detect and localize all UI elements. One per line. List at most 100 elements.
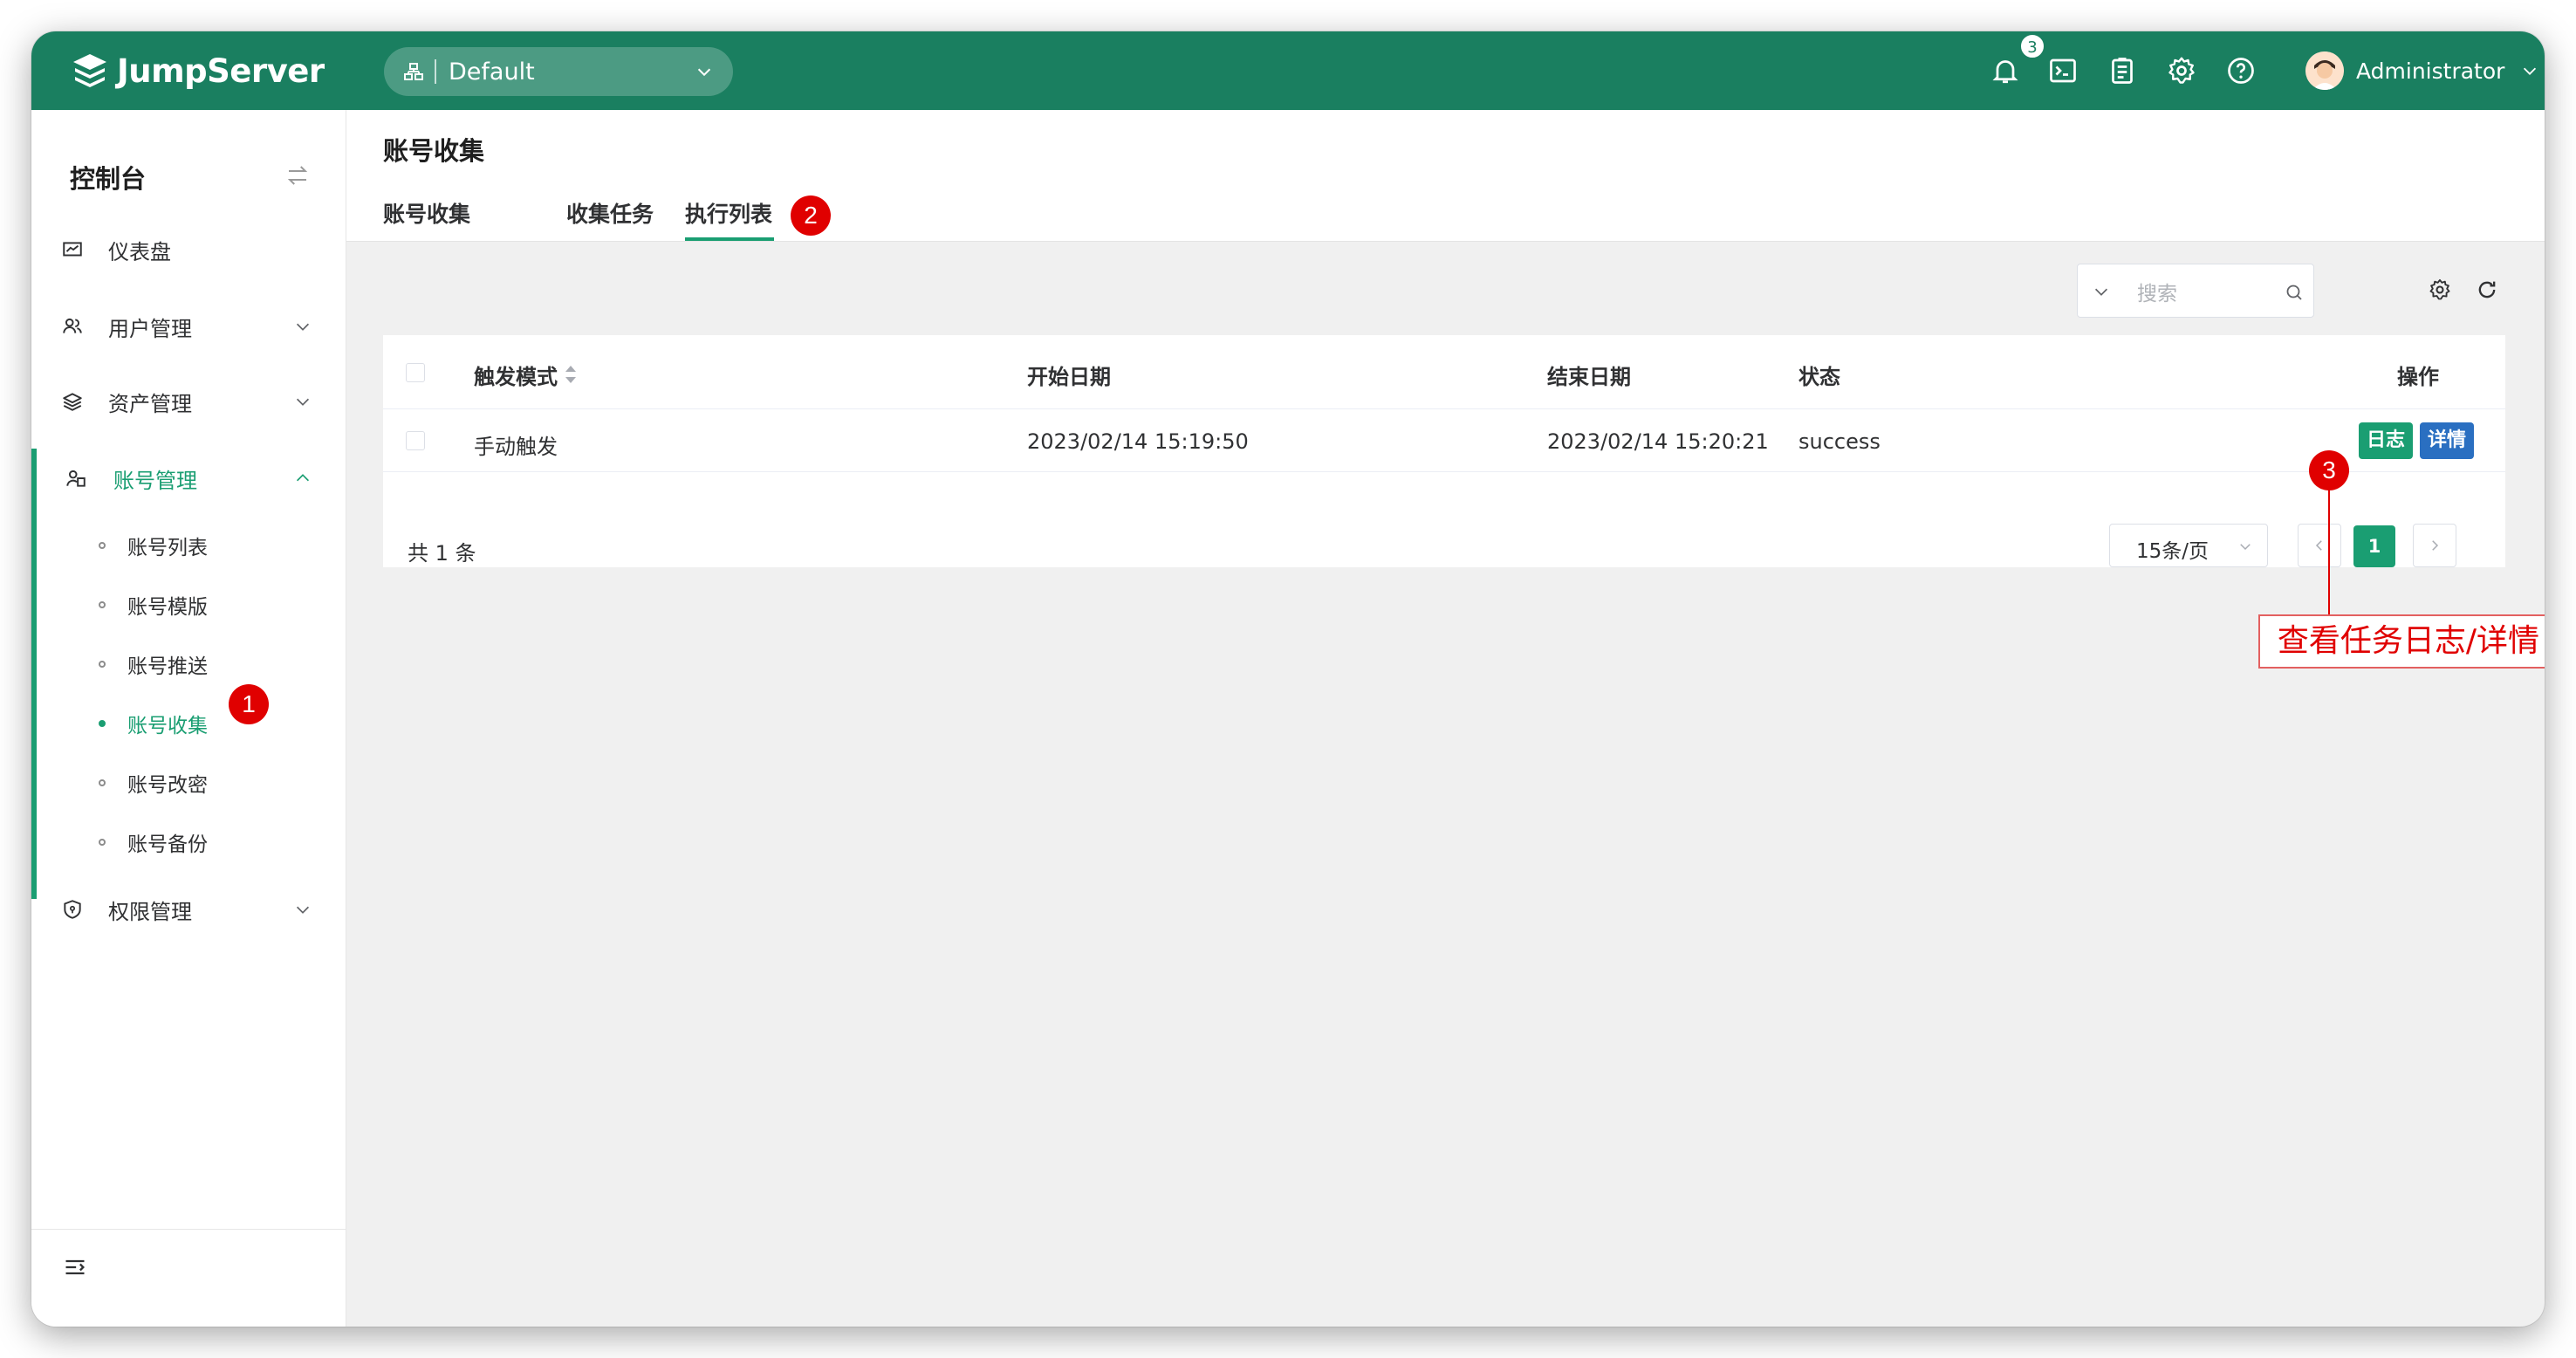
app-logo[interactable]: JumpServer [70, 49, 325, 93]
step-marker-2: 2 [791, 195, 831, 236]
sidebar-subitem-label: 账号推送 [127, 655, 208, 678]
notifications-button[interactable] [1990, 55, 2021, 86]
app-window: JumpServer Default 3 Administrator 控制台 仪… [31, 31, 2545, 1327]
sidebar-subitem-account-gather[interactable]: 账号收集 [31, 702, 346, 745]
settings-button[interactable] [2166, 55, 2197, 86]
cell-start-date: 2023/02/14 15:19:50 [1027, 429, 1249, 454]
sidebar-item-label: 权限管理 [108, 899, 192, 924]
switch-view-icon[interactable] [284, 162, 311, 189]
chevron-up-icon [296, 474, 310, 482]
gear-icon[interactable] [2428, 278, 2452, 302]
org-tree-icon [404, 63, 423, 80]
gear-icon [2168, 57, 2195, 84]
sidebar-item-accounts[interactable]: 账号管理 [31, 452, 346, 504]
sidebar-subitem-account-backup[interactable]: 账号备份 [31, 820, 346, 864]
next-page-button[interactable] [2413, 524, 2456, 567]
sidebar-divider [31, 1229, 346, 1230]
bullet-icon [99, 839, 106, 846]
chevron-down-icon [697, 68, 711, 77]
select-all-checkbox[interactable] [406, 363, 425, 382]
dashboard-icon [63, 242, 82, 257]
web-terminal-button[interactable] [2047, 55, 2079, 86]
callout-label: 查看任务日志/详情 [2258, 614, 2545, 669]
column-header-trigger[interactable]: 触发模式 [474, 360, 558, 390]
terminal-icon [2050, 58, 2076, 83]
search-placeholder: 搜索 [2137, 283, 2177, 305]
view-detail-button[interactable]: 详情 [2420, 422, 2474, 459]
notification-count-badge: 3 [2019, 33, 2045, 59]
org-select-value: Default [449, 58, 535, 86]
sidebar-subitem-account-push[interactable]: 账号推送 [31, 642, 346, 686]
execution-table: 触发模式 开始日期 结束日期 状态 操作 手动触发 2023/02/14 15:… [383, 335, 2505, 567]
organization-select[interactable]: Default [384, 47, 733, 96]
total-count: 共 1 条 [408, 541, 476, 566]
sidebar-subitem-change-secret[interactable]: 账号改密 [31, 761, 346, 805]
header-divider [383, 408, 2505, 409]
cell-end-date: 2023/02/14 15:20:21 [1547, 429, 1769, 454]
avatar [2305, 51, 2344, 90]
layers-icon [63, 393, 82, 411]
prev-page-button[interactable] [2298, 524, 2341, 567]
sidebar-subitem-label: 账号备份 [127, 833, 208, 856]
current-page-button[interactable]: 1 [2353, 525, 2395, 567]
sidebar-item-assets[interactable]: 资产管理 [31, 375, 346, 428]
column-header-start-date: 开始日期 [1027, 365, 1111, 389]
view-log-button[interactable]: 日志 [2359, 422, 2413, 459]
callout-connector [2328, 485, 2330, 616]
tickets-button[interactable] [2107, 55, 2138, 86]
tab-account-gather[interactable]: 账号收集 [383, 197, 470, 229]
help-button[interactable] [2225, 55, 2257, 86]
refresh-icon[interactable] [2475, 278, 2499, 302]
jumpserver-logo-icon [73, 54, 106, 87]
sidebar-subitem-label: 账号列表 [127, 537, 208, 559]
chevron-down-icon[interactable] [2092, 282, 2111, 301]
sidebar-item-label: 账号管理 [113, 468, 197, 493]
page-header: 账号收集 账号收集 收集任务 执行列表 [346, 110, 2545, 242]
sort-icon[interactable] [563, 363, 579, 386]
page-title: 账号收集 [383, 136, 485, 166]
sidebar-item-label: 资产管理 [108, 391, 192, 416]
sidebar-item-label: 用户管理 [108, 316, 192, 341]
sidebar-title: 控制台 [70, 164, 147, 194]
bullet-icon [99, 661, 106, 668]
cell-trigger-mode: 手动触发 [474, 435, 558, 459]
collapse-sidebar-icon[interactable] [63, 1255, 87, 1279]
row-divider [383, 471, 2505, 472]
bullet-icon [99, 601, 106, 608]
org-divider [435, 59, 436, 84]
shield-icon [64, 900, 81, 919]
sidebar-item-label: 仪表盘 [108, 239, 171, 264]
help-icon [2228, 58, 2254, 84]
search-input[interactable]: 搜索 [2077, 264, 2314, 318]
account-icon [66, 470, 86, 487]
sidebar-item-permissions[interactable]: 权限管理 [31, 883, 346, 936]
step-marker-1: 1 [229, 684, 269, 724]
bullet-icon [99, 542, 106, 549]
sidebar-subitem-account-list[interactable]: 账号列表 [31, 524, 346, 567]
user-menu[interactable]: Administrator [2305, 51, 2539, 91]
sidebar-item-users[interactable]: 用户管理 [31, 300, 346, 353]
tab-execution-list[interactable]: 执行列表 [685, 197, 772, 229]
users-icon [63, 318, 82, 333]
row-checkbox[interactable] [406, 431, 425, 450]
clipboard-icon [2112, 58, 2133, 84]
cell-status: success [1798, 429, 1881, 454]
column-header-status: 状态 [1798, 365, 1840, 389]
sidebar-subitem-label: 账号模版 [127, 596, 208, 619]
chevron-down-icon [296, 398, 310, 406]
bell-icon [1992, 60, 2018, 84]
sidebar-item-dashboard[interactable]: 仪表盘 [31, 223, 346, 276]
user-name: Administrator [2356, 58, 2505, 84]
tab-gather-tasks[interactable]: 收集任务 [566, 197, 654, 229]
search-icon[interactable] [2284, 282, 2305, 303]
user-avatar-icon [2305, 51, 2344, 90]
chevron-left-icon [2315, 540, 2322, 551]
bullet-icon [99, 779, 106, 786]
chevron-down-icon [2524, 67, 2537, 75]
sidebar-subitem-account-template[interactable]: 账号模版 [31, 583, 346, 627]
chevron-down-icon [2240, 544, 2251, 551]
column-header-actions: 操作 [2397, 365, 2439, 389]
page-size-select[interactable]: 15条/页 [2109, 524, 2268, 567]
column-header-end-date: 结束日期 [1547, 365, 1631, 389]
chevron-right-icon [2432, 540, 2439, 551]
